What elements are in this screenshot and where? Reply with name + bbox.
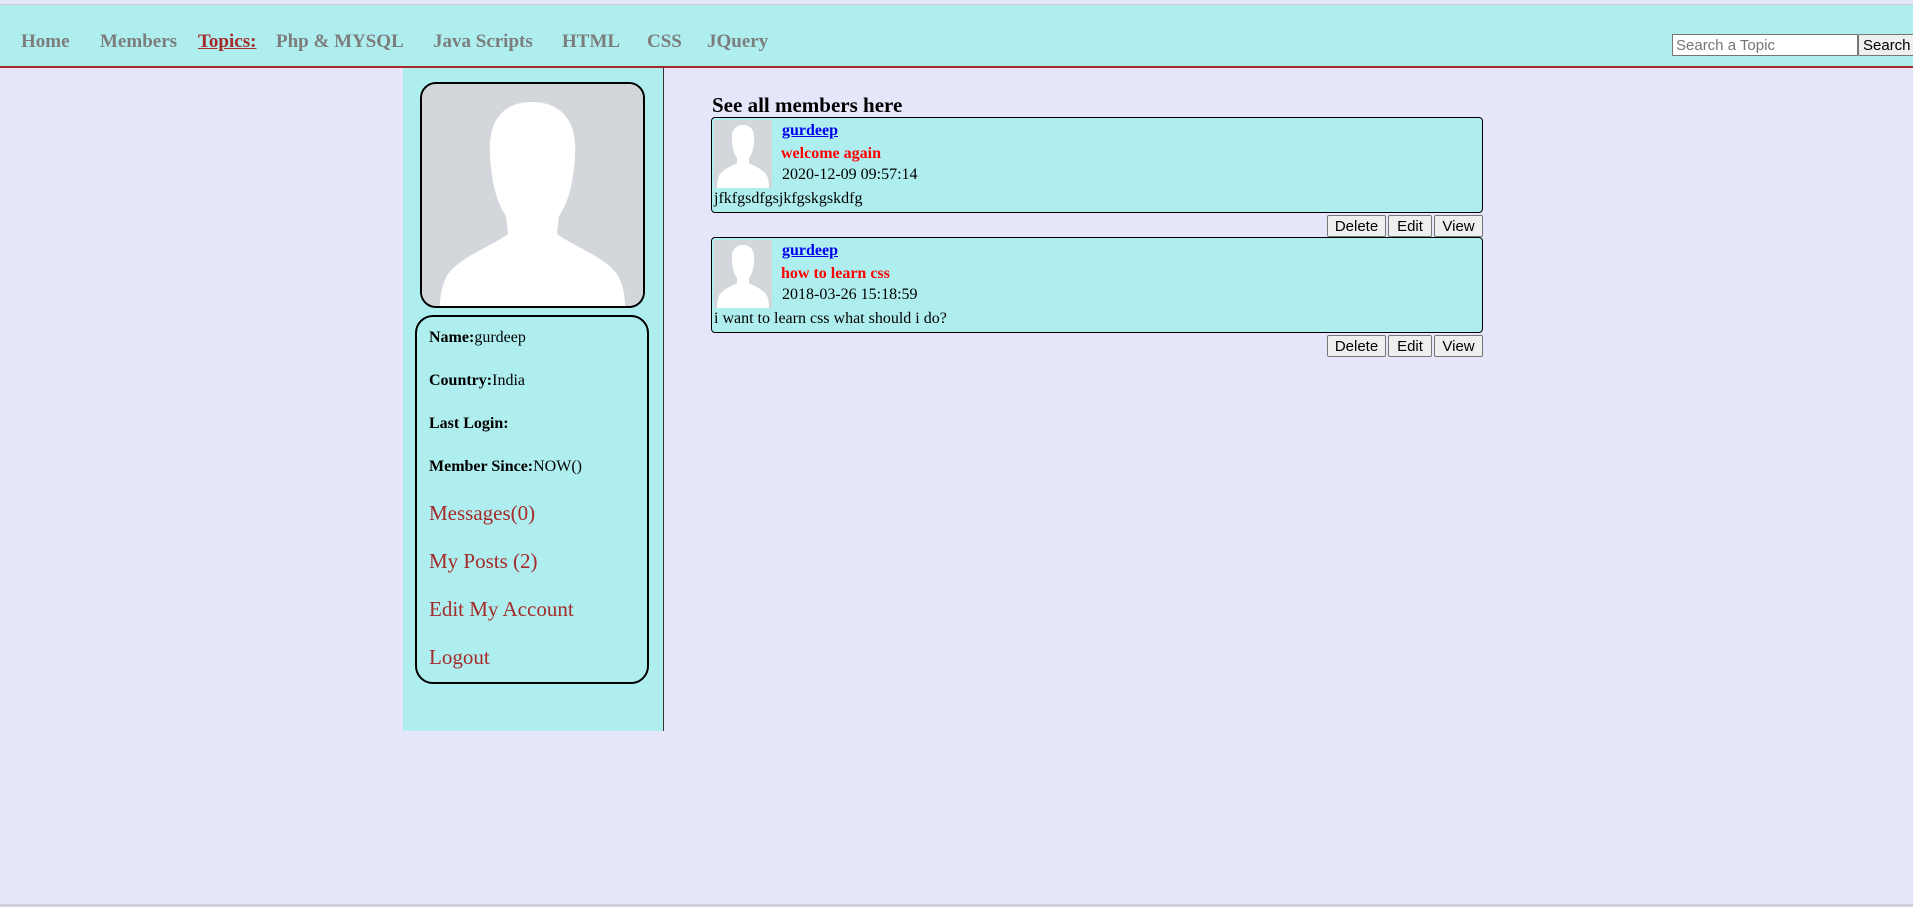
post-author-link[interactable]: gurdeep (782, 122, 838, 140)
nav-html-link[interactable]: HTML (562, 31, 620, 53)
top-navbar: Home Members Topics: Php & MYSQL Java Sc… (0, 5, 1913, 68)
post-title: welcome again (781, 145, 881, 162)
post-author-avatar (714, 240, 772, 308)
profile-country-row: Country:India (429, 372, 525, 390)
my-posts-link[interactable]: My Posts (2) (429, 549, 538, 574)
member-since-value: NOW() (533, 458, 582, 475)
search-input[interactable] (1672, 34, 1858, 56)
name-label: Name: (429, 329, 475, 346)
logout-link[interactable]: Logout (429, 645, 490, 670)
see-all-members-heading: See all members here (712, 93, 903, 117)
profile-info-box: Name:gurdeep Country:India Last Login: M… (415, 315, 649, 684)
post-card: gurdeep how to learn css 2018-03-26 15:1… (711, 237, 1483, 333)
search-button[interactable]: Search (1858, 34, 1913, 56)
delete-button[interactable]: Delete (1327, 215, 1386, 237)
nav-home-link[interactable]: Home (21, 31, 70, 53)
post-title: how to learn css (781, 265, 890, 282)
name-value: gurdeep (474, 329, 526, 346)
country-value: India (492, 372, 525, 389)
profile-avatar (420, 82, 645, 308)
profile-name-row: Name:gurdeep (429, 329, 526, 347)
last-login-label: Last Login: (429, 415, 509, 432)
nav-members-link[interactable]: Members (100, 31, 177, 53)
post-body: jfkfgsdfgsjkfgskgskdfg (714, 190, 863, 207)
post-author-avatar (714, 120, 772, 188)
nav-jquery-link[interactable]: JQuery (707, 31, 768, 53)
edit-button[interactable]: Edit (1388, 215, 1432, 237)
post-author-link[interactable]: gurdeep (782, 242, 838, 260)
view-button[interactable]: View (1434, 335, 1483, 357)
edit-account-link[interactable]: Edit My Account (429, 597, 574, 622)
profile-sidebar: Name:gurdeep Country:India Last Login: M… (403, 68, 664, 731)
edit-button[interactable]: Edit (1388, 335, 1432, 357)
default-user-silhouette-icon (714, 120, 772, 188)
post-body: i want to learn css what should i do? (714, 310, 947, 327)
post-date: 2020-12-09 09:57:14 (782, 166, 918, 183)
member-since-label: Member Since: (429, 458, 534, 475)
profile-last-login-row: Last Login: (429, 415, 509, 433)
post-card: gurdeep welcome again 2020-12-09 09:57:1… (711, 117, 1483, 213)
view-button[interactable]: View (1434, 215, 1483, 237)
post-date: 2018-03-26 15:18:59 (782, 286, 918, 303)
default-user-silhouette-icon (714, 240, 772, 308)
profile-member-since-row: Member Since:NOW() (429, 458, 582, 476)
nav-css-link[interactable]: CSS (647, 31, 682, 53)
messages-link[interactable]: Messages(0) (429, 501, 535, 526)
country-label: Country: (429, 372, 493, 389)
nav-topics-link[interactable]: Topics: (198, 31, 256, 53)
nav-php-mysql-link[interactable]: Php & MYSQL (276, 31, 404, 53)
default-user-silhouette-icon (422, 84, 643, 306)
nav-javascripts-link[interactable]: Java Scripts (433, 31, 533, 53)
delete-button[interactable]: Delete (1327, 335, 1386, 357)
